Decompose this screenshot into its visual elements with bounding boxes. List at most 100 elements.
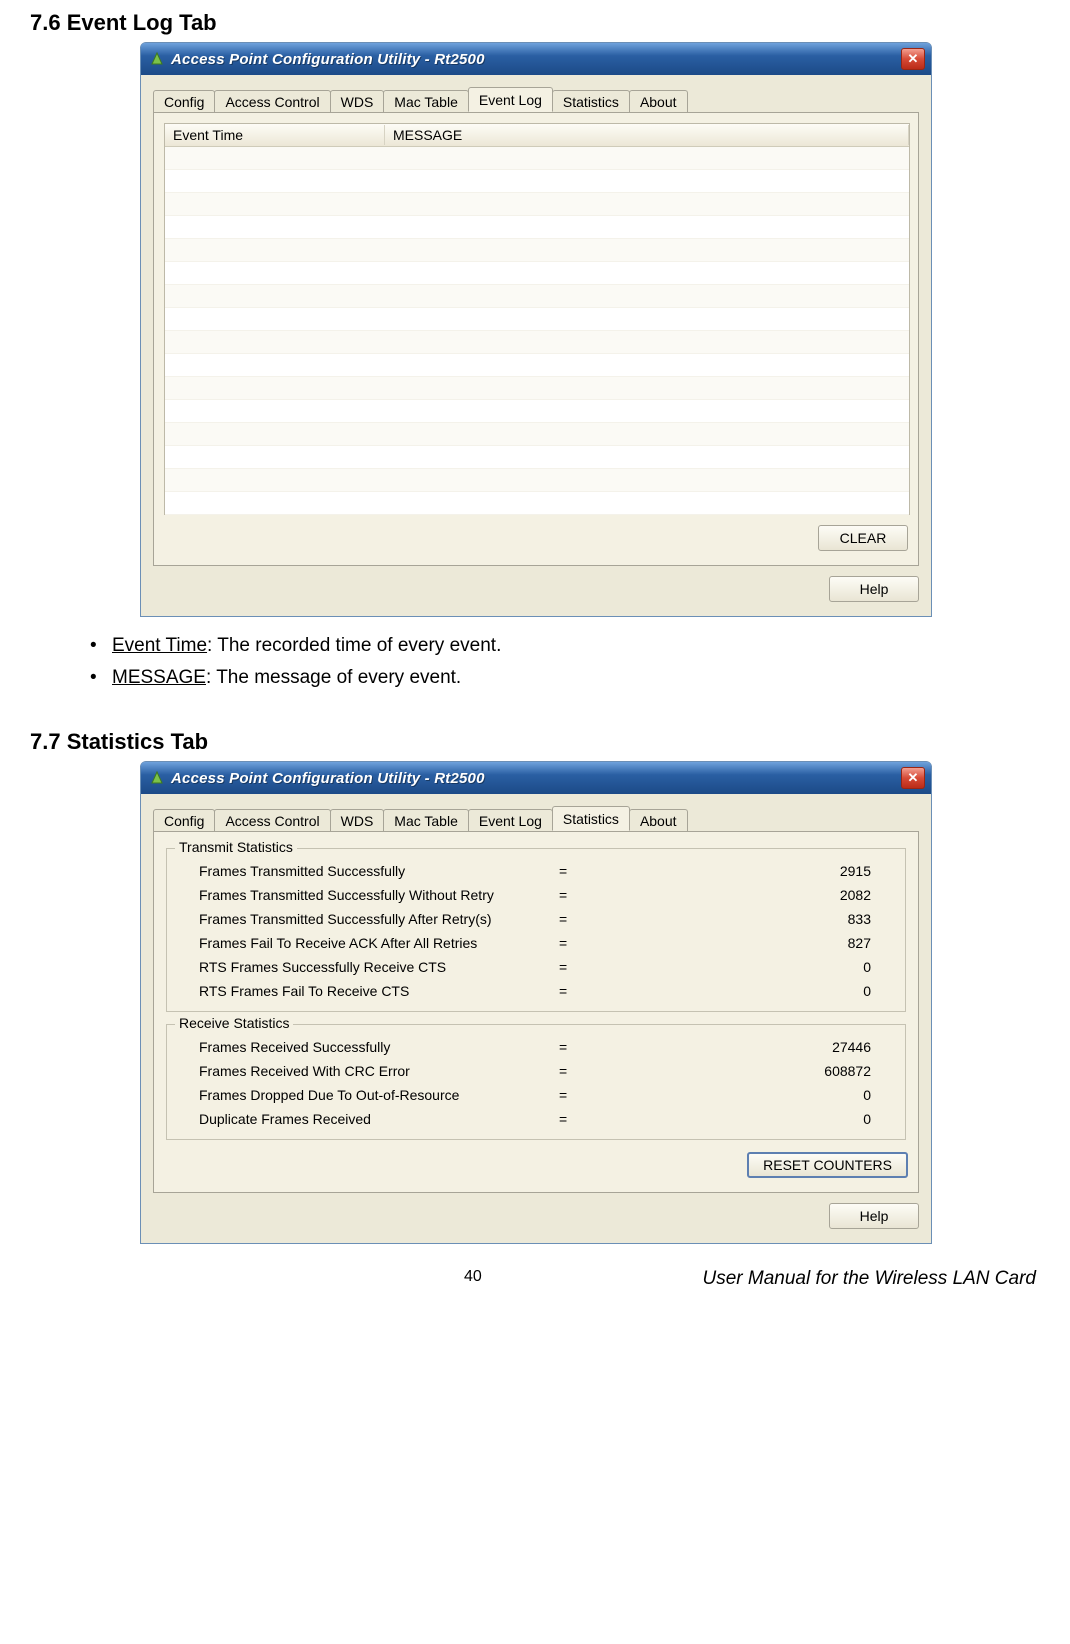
window-title: Access Point Configuration Utility - Rt2…	[171, 770, 901, 787]
stat-label: Frames Transmitted Successfully After Re…	[181, 911, 559, 927]
stat-eq: =	[559, 887, 699, 903]
tab-row: Config Access Control WDS Mac Table Even…	[153, 87, 919, 112]
tab-statistics[interactable]: Statistics	[552, 90, 630, 113]
section-title-7-7: 7.7 Statistics Tab	[30, 729, 1040, 755]
stat-value: 608872	[699, 1063, 891, 1079]
bullet-message: MESSAGE: The message of every event.	[90, 667, 1040, 689]
section-title-7-6: 7.6 Event Log Tab	[30, 10, 1040, 36]
stat-eq: =	[559, 911, 699, 927]
window-client-area: Config Access Control WDS Mac Table Even…	[141, 75, 931, 616]
help-button[interactable]: Help	[829, 576, 919, 602]
event-log-listview[interactable]: Event Time MESSAGE	[164, 123, 910, 515]
tab-event-log[interactable]: Event Log	[468, 87, 553, 112]
tab-config[interactable]: Config	[153, 809, 215, 832]
stat-row: Frames Received Successfully = 27446	[181, 1035, 891, 1059]
stat-value: 0	[699, 959, 891, 975]
stat-eq: =	[559, 1063, 699, 1079]
bullet-desc: : The recorded time of every event.	[207, 635, 501, 656]
list-row	[165, 400, 909, 423]
stat-row: Frames Transmitted Successfully After Re…	[181, 907, 891, 931]
close-icon: ✕	[908, 51, 919, 67]
tab-access-control[interactable]: Access Control	[214, 90, 330, 113]
list-row	[165, 285, 909, 308]
list-row	[165, 446, 909, 469]
stat-row: Frames Dropped Due To Out-of-Resource = …	[181, 1083, 891, 1107]
page-number: 40	[464, 1268, 482, 1290]
stat-row: Duplicate Frames Received = 0	[181, 1107, 891, 1131]
groupbox-receive: Receive Statistics Frames Received Succe…	[166, 1024, 906, 1140]
close-icon: ✕	[908, 770, 919, 786]
description-list: Event Time: The recorded time of every e…	[50, 635, 1040, 689]
listview-body	[165, 147, 909, 515]
bullet-term: Event Time	[112, 635, 207, 656]
stat-row: RTS Frames Fail To Receive CTS = 0	[181, 979, 891, 1003]
close-button[interactable]: ✕	[901, 48, 925, 70]
tab-row: Config Access Control WDS Mac Table Even…	[153, 806, 919, 831]
stat-label: Frames Dropped Due To Out-of-Resource	[181, 1087, 559, 1103]
bullet-desc: : The message of every event.	[206, 667, 461, 688]
tab-statistics[interactable]: Statistics	[552, 806, 630, 831]
list-row	[165, 262, 909, 285]
column-header-message[interactable]: MESSAGE	[385, 125, 909, 145]
stat-value: 2082	[699, 887, 891, 903]
stat-eq: =	[559, 983, 699, 999]
stat-label: Frames Transmitted Successfully Without …	[181, 887, 559, 903]
tab-about[interactable]: About	[629, 90, 688, 113]
stat-value: 2915	[699, 863, 891, 879]
list-row	[165, 308, 909, 331]
stat-eq: =	[559, 1111, 699, 1127]
titlebar: Access Point Configuration Utility - Rt2…	[141, 43, 931, 75]
stat-label: Frames Transmitted Successfully	[181, 863, 559, 879]
tab-event-log[interactable]: Event Log	[468, 809, 553, 832]
stat-label: RTS Frames Successfully Receive CTS	[181, 959, 559, 975]
list-row	[165, 331, 909, 354]
stat-eq: =	[559, 935, 699, 951]
list-row	[165, 354, 909, 377]
groupbox-transmit: Transmit Statistics Frames Transmitted S…	[166, 848, 906, 1012]
groupbox-title-transmit: Transmit Statistics	[175, 839, 297, 855]
close-button[interactable]: ✕	[901, 767, 925, 789]
list-row	[165, 469, 909, 492]
stat-label: Duplicate Frames Received	[181, 1111, 559, 1127]
titlebar: Access Point Configuration Utility - Rt2…	[141, 762, 931, 794]
footer-text: User Manual for the Wireless LAN Card	[482, 1268, 1036, 1290]
stat-eq: =	[559, 959, 699, 975]
app-icon	[149, 51, 165, 67]
tab-mac-table[interactable]: Mac Table	[383, 809, 469, 832]
tab-wds[interactable]: WDS	[330, 809, 385, 832]
stat-row: Frames Fail To Receive ACK After All Ret…	[181, 931, 891, 955]
list-row	[165, 492, 909, 515]
list-row	[165, 377, 909, 400]
column-header-event-time[interactable]: Event Time	[165, 125, 385, 145]
list-row	[165, 239, 909, 262]
stat-value: 833	[699, 911, 891, 927]
tab-access-control[interactable]: Access Control	[214, 809, 330, 832]
tab-about[interactable]: About	[629, 809, 688, 832]
stat-label: Frames Received With CRC Error	[181, 1063, 559, 1079]
clear-button[interactable]: CLEAR	[818, 525, 908, 551]
stat-value: 0	[699, 1111, 891, 1127]
stat-label: Frames Received Successfully	[181, 1039, 559, 1055]
list-row	[165, 193, 909, 216]
app-icon	[149, 770, 165, 786]
window-title: Access Point Configuration Utility - Rt2…	[171, 51, 901, 68]
tab-wds[interactable]: WDS	[330, 90, 385, 113]
stat-label: RTS Frames Fail To Receive CTS	[181, 983, 559, 999]
list-row	[165, 170, 909, 193]
page-footer: 40 User Manual for the Wireless LAN Card	[34, 1268, 1036, 1290]
stat-eq: =	[559, 863, 699, 879]
stat-value: 27446	[699, 1039, 891, 1055]
stat-eq: =	[559, 1087, 699, 1103]
tab-mac-table[interactable]: Mac Table	[383, 90, 469, 113]
groupbox-title-receive: Receive Statistics	[175, 1015, 293, 1031]
help-button[interactable]: Help	[829, 1203, 919, 1229]
list-row	[165, 147, 909, 170]
bullet-term: MESSAGE	[112, 667, 206, 688]
reset-counters-button[interactable]: RESET COUNTERS	[747, 1152, 908, 1178]
stat-eq: =	[559, 1039, 699, 1055]
window-statistics: Access Point Configuration Utility - Rt2…	[140, 761, 932, 1244]
tab-config[interactable]: Config	[153, 90, 215, 113]
bullet-event-time: Event Time: The recorded time of every e…	[90, 635, 1040, 657]
window-client-area: Config Access Control WDS Mac Table Even…	[141, 794, 931, 1243]
stat-row: Frames Transmitted Successfully = 2915	[181, 859, 891, 883]
